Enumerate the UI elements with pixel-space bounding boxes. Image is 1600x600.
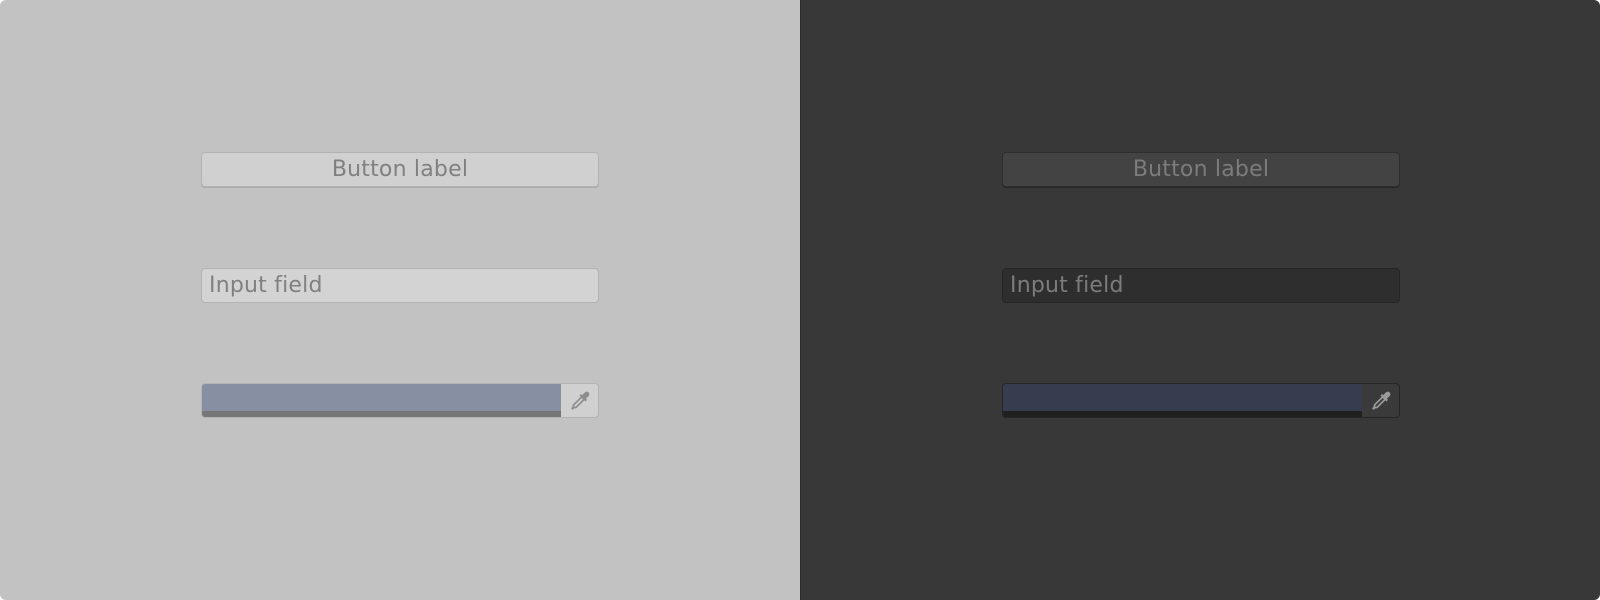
alpha-bar (1003, 411, 1362, 417)
light-theme-panel: Button label Input field (0, 0, 800, 600)
alpha-bar (202, 411, 561, 417)
input-field-placeholder: Input field (1010, 273, 1124, 298)
eyedropper-button[interactable] (561, 384, 598, 417)
button[interactable]: Button label (201, 152, 599, 187)
eyedropper-button[interactable] (1362, 384, 1399, 417)
color-swatch[interactable] (1003, 384, 1362, 417)
color-swatch-fill (1003, 384, 1362, 411)
button-label: Button label (331, 157, 469, 182)
dark-theme-panel: Button label Input field (800, 0, 1600, 600)
color-field[interactable] (201, 383, 599, 418)
theme-comparison: Button label Input field Button label In… (0, 0, 1600, 600)
color-field[interactable] (1002, 383, 1400, 418)
input-field-placeholder: Input field (209, 273, 323, 298)
color-swatch-fill (202, 384, 561, 411)
button[interactable]: Button label (1002, 152, 1400, 187)
eyedropper-icon (570, 391, 589, 410)
input-field[interactable]: Input field (201, 268, 599, 303)
input-field[interactable]: Input field (1002, 268, 1400, 303)
button-label: Button label (1132, 157, 1270, 182)
color-swatch[interactable] (202, 384, 561, 417)
eyedropper-icon (1371, 391, 1390, 410)
